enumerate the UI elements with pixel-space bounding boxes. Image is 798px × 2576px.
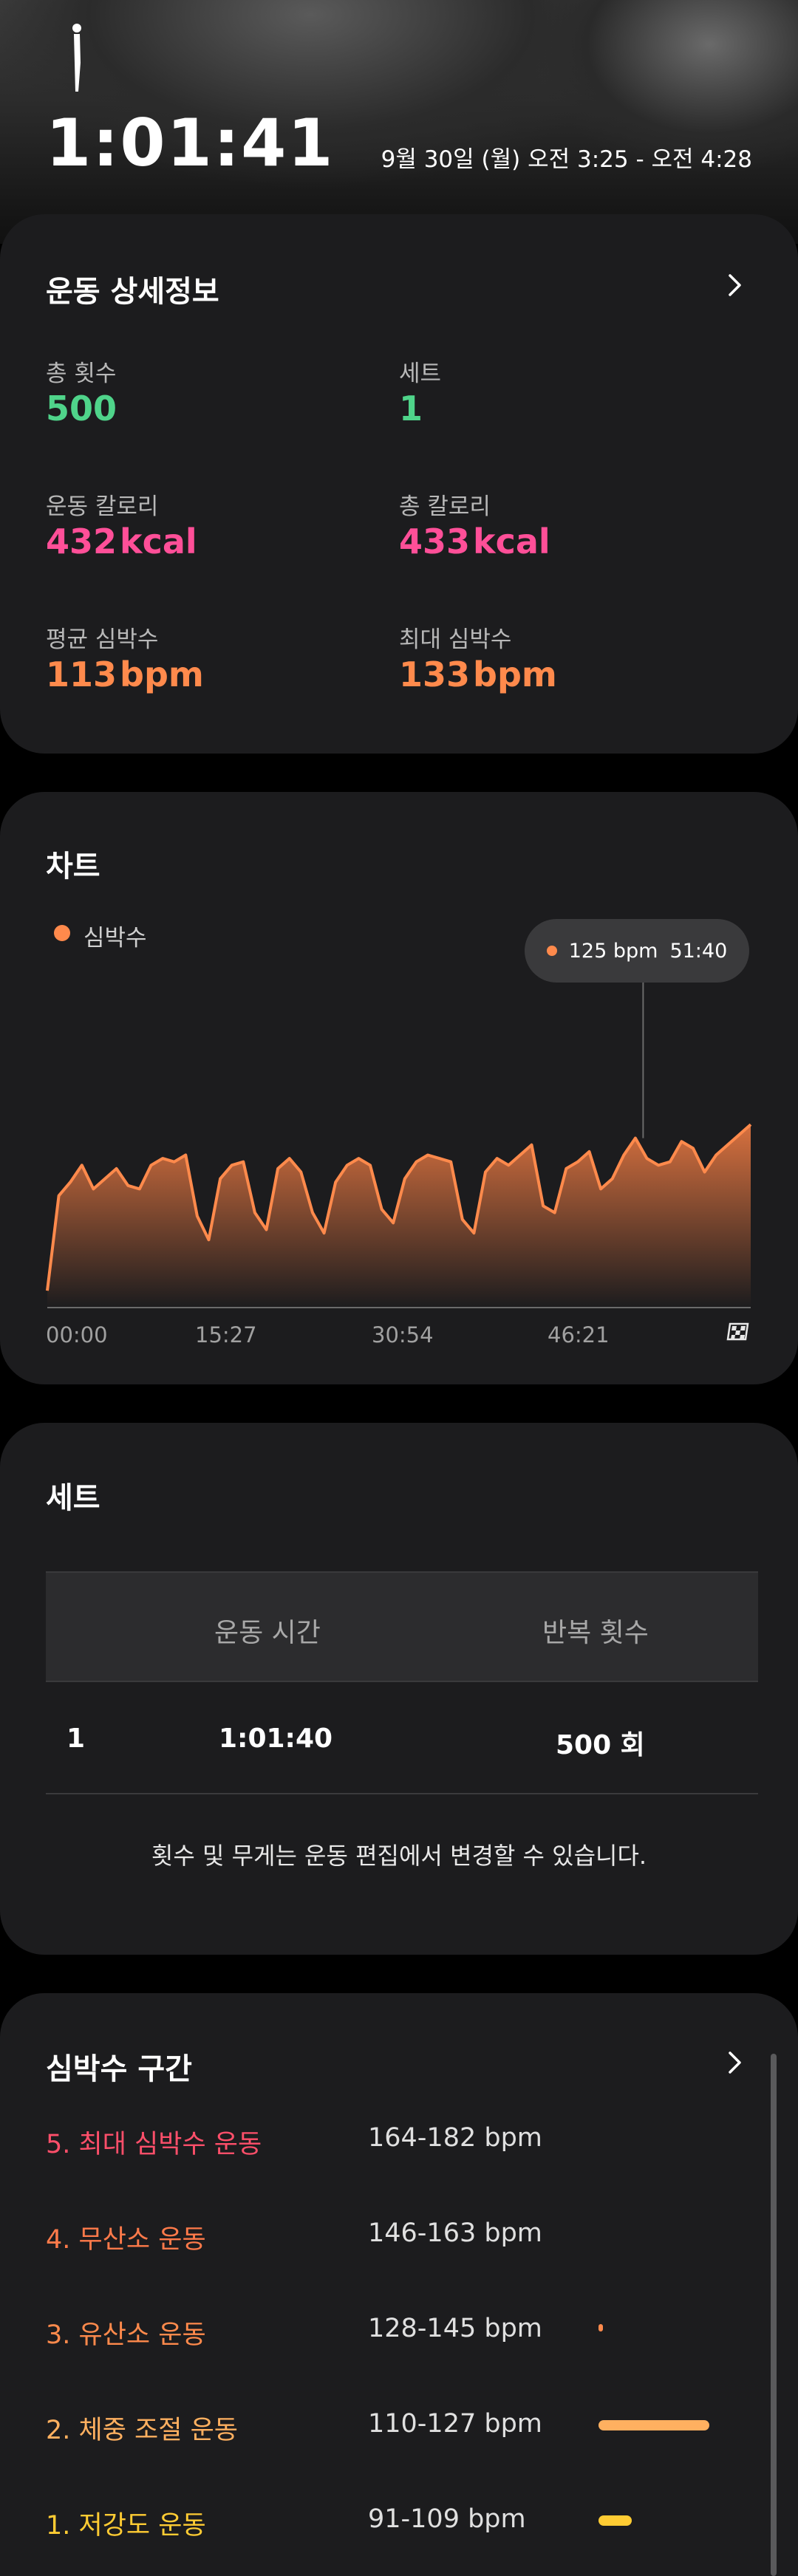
set-index: 1 bbox=[66, 1723, 86, 1754]
avg-heart-rate-label: 평균 심박수 bbox=[46, 626, 159, 653]
total-reps-label: 총 횟수 bbox=[46, 361, 117, 387]
chevron-right-icon[interactable] bbox=[721, 272, 748, 298]
standing-person-icon bbox=[72, 24, 81, 92]
set-reps: 500 회 bbox=[556, 1730, 645, 1760]
x-tick-label: 00:00 bbox=[46, 1322, 108, 1347]
column-header-reps: 반복 횟수 bbox=[542, 1618, 649, 1648]
total-reps-value: 500 bbox=[46, 389, 117, 428]
tooltip-dot bbox=[546, 946, 557, 956]
heart-rate-area bbox=[47, 1124, 751, 1308]
bpm-unit: bpm bbox=[473, 655, 557, 694]
zone-label: 5. 최대 심박수 운동 bbox=[46, 2130, 262, 2159]
set-duration: 1:01:40 bbox=[219, 1723, 333, 1754]
bpm-unit: bpm bbox=[120, 655, 204, 694]
kcal-unit: kcal bbox=[120, 522, 197, 561]
kcal-unit: kcal bbox=[473, 522, 550, 561]
tooltip-time: 51:40 bbox=[669, 939, 728, 963]
total-calories-value: 433kcal bbox=[399, 522, 550, 561]
zone-range: 146-163 bpm bbox=[368, 2218, 542, 2248]
column-header-duration: 운동 시간 bbox=[214, 1618, 321, 1648]
zone-bar bbox=[598, 2420, 709, 2430]
edit-note: 횟수 및 무게는 운동 편집에서 변경할 수 있습니다. bbox=[151, 1842, 647, 1870]
avg-heart-rate-value: 113bpm bbox=[46, 655, 204, 694]
sets-value: 1 bbox=[399, 389, 423, 428]
sets-card bbox=[0, 1423, 798, 1955]
zone-range: 91-109 bpm bbox=[368, 2504, 526, 2534]
zone-bar bbox=[598, 2515, 632, 2526]
zone-bar bbox=[598, 2324, 603, 2331]
workout-duration: 1:01:41 bbox=[46, 105, 335, 181]
zone-label: 1. 저강도 운동 bbox=[46, 2511, 206, 2541]
chart-title: 차트 bbox=[46, 850, 100, 884]
scrollbar[interactable] bbox=[771, 2054, 777, 2576]
zone-label: 2. 체중 조절 운동 bbox=[46, 2416, 238, 2445]
table-divider bbox=[46, 1793, 758, 1794]
sets-table-header: 운동 시간 반복 횟수 bbox=[46, 1571, 758, 1682]
sets-title: 세트 bbox=[46, 1481, 100, 1515]
sets-label: 세트 bbox=[399, 361, 442, 387]
x-tick-label: 30:54 bbox=[372, 1322, 434, 1347]
chart-tooltip: 125 bpm 51:40 bbox=[525, 919, 749, 983]
workout-calories-label: 운동 칼로리 bbox=[46, 493, 159, 520]
heart-rate-zones-title: 심박수 구간 bbox=[46, 2052, 192, 2086]
max-heart-rate-value: 133bpm bbox=[399, 655, 557, 694]
zone-range: 128-145 bpm bbox=[368, 2314, 542, 2343]
workout-date-range: 9월 30일 (월) 오전 3:25 - 오전 4:28 bbox=[381, 146, 752, 173]
zone-label: 4. 무산소 운동 bbox=[46, 2225, 206, 2255]
workout-details-title: 운동 상세정보 bbox=[46, 275, 219, 309]
workout-details-card[interactable]: 운동 상세정보 총 횟수 500 세트 1 운동 칼로리 432kcal 총 칼… bbox=[0, 214, 798, 754]
x-tick-label: 46:21 bbox=[548, 1322, 610, 1347]
heart-rate-legend-label: 심박수 bbox=[83, 925, 147, 952]
heart-rate-legend-dot bbox=[54, 925, 70, 941]
finish-flag-icon bbox=[726, 1322, 749, 1341]
tooltip-value: 125 bpm bbox=[568, 939, 658, 963]
zone-range: 164-182 bpm bbox=[368, 2123, 542, 2153]
zone-range: 110-127 bpm bbox=[368, 2409, 542, 2439]
workout-hero-banner: 1:01:41 9월 30일 (월) 오전 3:25 - 오전 4:28 bbox=[0, 0, 798, 244]
x-tick-label: 15:27 bbox=[195, 1322, 257, 1347]
workout-calories-value: 432kcal bbox=[46, 522, 197, 561]
max-heart-rate-label: 최대 심박수 bbox=[399, 626, 512, 653]
zone-label: 3. 유산소 운동 bbox=[46, 2320, 206, 2350]
heart-rate-chart[interactable] bbox=[0, 975, 798, 1315]
chevron-right-icon[interactable] bbox=[721, 2049, 748, 2076]
total-calories-label: 총 칼로리 bbox=[399, 493, 491, 520]
